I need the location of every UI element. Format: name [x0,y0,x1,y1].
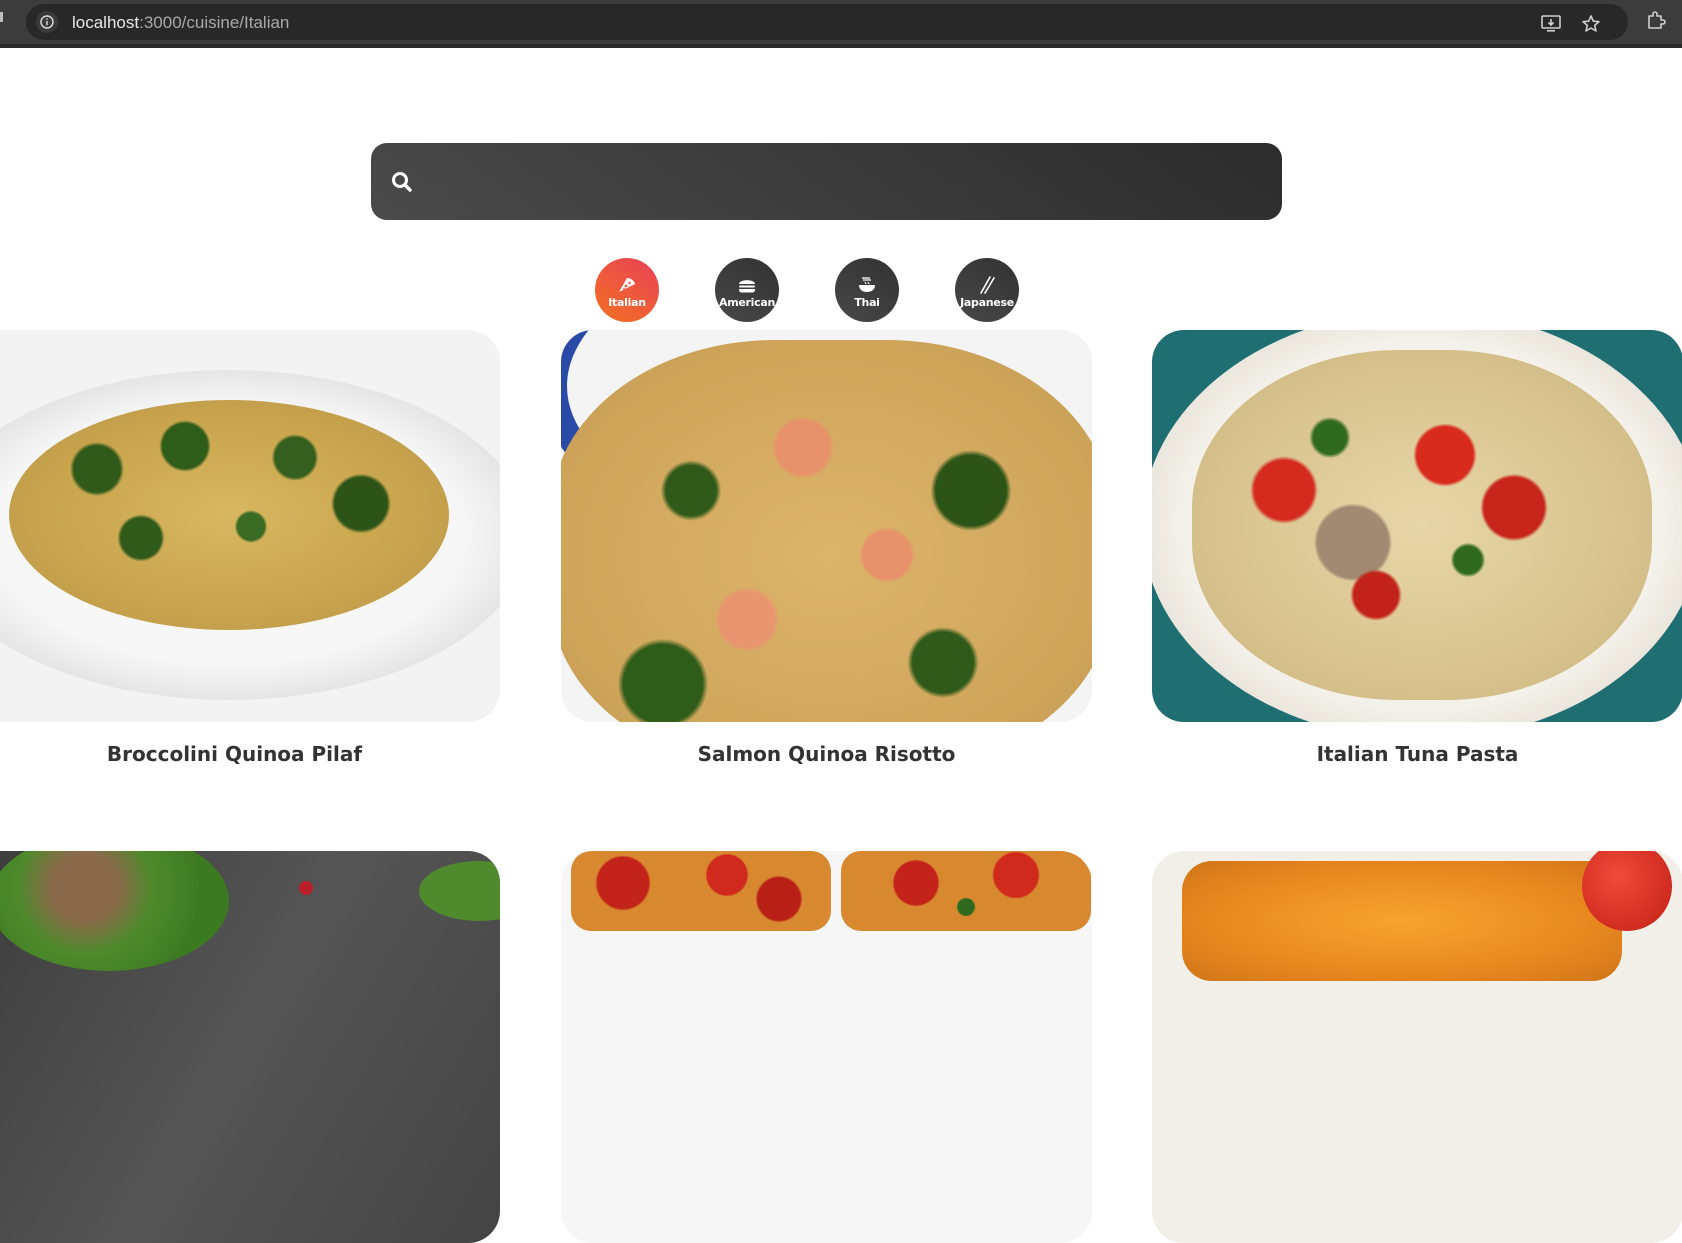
cuisine-label: Thai [854,295,880,309]
bookmark-star-icon[interactable] [1581,14,1601,34]
search-input[interactable] [435,143,1259,222]
food-shape [9,400,449,630]
food-shape [561,340,1092,722]
cuisine-label: Japanese [960,295,1014,309]
recipe-title: Salmon Quinoa Risotto [697,742,956,766]
recipe-title: Broccolini Quinoa Pilaf [106,742,363,766]
cuisine-label: American [718,295,775,309]
recipe-image[interactable] [561,330,1092,722]
food-shape [0,851,229,971]
cuisine-link-american[interactable]: American [715,258,779,322]
url-host: localhost [72,13,140,32]
recipe-image[interactable] [1152,330,1682,722]
cuisine-link-italian[interactable]: Italian [595,258,659,322]
recipe-card[interactable] [1152,851,1682,1243]
address-bar[interactable]: localhost:3000/cuisine/Italian [26,4,1628,40]
hamburger-icon [736,276,758,294]
recipe-image[interactable] [1152,851,1682,1243]
noodle-bowl-icon [856,276,878,294]
recipe-card[interactable]: Broccolini Quinoa Pilaf [0,330,500,766]
search-icon [389,169,415,195]
install-app-icon[interactable] [1541,14,1561,34]
food-shape [1182,861,1622,981]
cuisine-label: Italian [608,295,646,309]
pizza-icon [616,276,638,294]
browser-toolbar: localhost:3000/cuisine/Italian [0,0,1682,48]
recipe-card[interactable]: Italian Tuna Pasta [1152,330,1682,766]
search-bar[interactable] [371,143,1282,222]
site-info-icon[interactable] [36,11,58,33]
extensions-icon[interactable] [1646,10,1666,30]
garnish-shape [419,861,500,921]
url-path: :3000/cuisine/Italian [139,13,290,32]
chopsticks-icon [976,275,998,294]
cuisine-link-japanese[interactable]: Japanese [955,258,1019,322]
url-text[interactable]: localhost:3000/cuisine/Italian [72,13,289,33]
window-edge [0,12,3,22]
garnish-shape [299,881,313,895]
food-shape [1192,350,1652,700]
food-shape [841,851,1091,931]
recipe-title: Italian Tuna Pasta [1316,742,1519,766]
tomato-shape [1582,851,1672,931]
recipe-image[interactable] [0,330,500,722]
recipe-image[interactable] [0,851,500,1243]
recipe-card[interactable] [0,851,500,1243]
recipe-image[interactable] [561,851,1092,1243]
recipe-card[interactable] [561,851,1092,1243]
food-shape [571,851,831,931]
cuisine-link-thai[interactable]: Thai [835,258,899,322]
recipe-card[interactable]: Salmon Quinoa Risotto [561,330,1092,766]
